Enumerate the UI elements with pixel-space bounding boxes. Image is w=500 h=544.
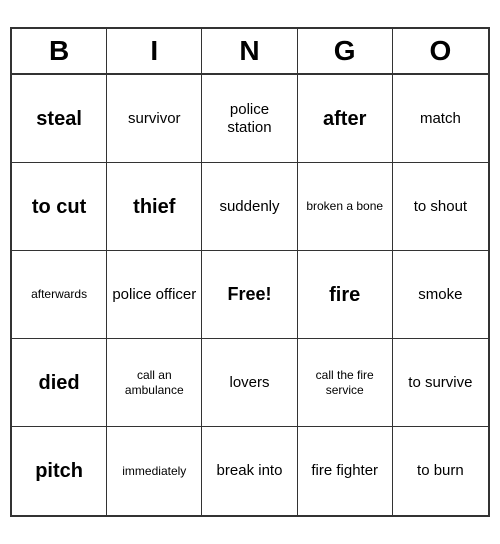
cell-text: died (39, 371, 80, 395)
cell-text: match (420, 110, 461, 128)
cell-text: break into (217, 462, 283, 480)
bingo-cell[interactable]: suddenly (202, 163, 297, 251)
bingo-cell[interactable]: fire (298, 251, 393, 339)
cell-text: to cut (32, 195, 86, 219)
cell-text: to shout (414, 198, 467, 216)
cell-text: Free! (227, 284, 271, 306)
header-letter: B (12, 29, 107, 73)
cell-text: lovers (229, 374, 269, 392)
bingo-cell[interactable]: after (298, 75, 393, 163)
bingo-cell[interactable]: call an ambulance (107, 339, 202, 427)
cell-text: smoke (418, 286, 462, 304)
cell-text: call an ambulance (111, 368, 197, 397)
cell-text: pitch (35, 459, 83, 483)
cell-text: fire (329, 283, 360, 307)
bingo-cell[interactable]: thief (107, 163, 202, 251)
bingo-cell[interactable]: died (12, 339, 107, 427)
bingo-cell[interactable]: to survive (393, 339, 488, 427)
bingo-grid: steal survivor police station after match to … (12, 75, 488, 515)
bingo-cell[interactable]: Free! (202, 251, 297, 339)
bingo-cell[interactable]: steal (12, 75, 107, 163)
cell-text: suddenly (219, 198, 279, 216)
header-letter: I (107, 29, 202, 73)
bingo-cell[interactable]: break into (202, 427, 297, 515)
bingo-cell[interactable]: broken a bone (298, 163, 393, 251)
header-letter: N (202, 29, 297, 73)
cell-text: to survive (408, 374, 472, 392)
bingo-cell[interactable]: match (393, 75, 488, 163)
bingo-header: BINGO (12, 29, 488, 75)
bingo-card: BINGO steal survivor police station after ma… (10, 27, 490, 517)
bingo-cell[interactable]: pitch (12, 427, 107, 515)
cell-text: survivor (128, 110, 181, 128)
cell-text: fire fighter (311, 462, 378, 480)
bingo-cell[interactable]: call the fire service (298, 339, 393, 427)
header-letter: G (298, 29, 393, 73)
header-letter: O (393, 29, 488, 73)
bingo-cell[interactable]: afterwards (12, 251, 107, 339)
bingo-cell[interactable]: to cut (12, 163, 107, 251)
cell-text: call the fire service (302, 368, 388, 397)
cell-text: steal (36, 107, 82, 131)
cell-text: thief (133, 195, 175, 219)
bingo-cell[interactable]: lovers (202, 339, 297, 427)
cell-text: police officer (112, 286, 196, 304)
cell-text: after (323, 107, 366, 131)
cell-text: to burn (417, 462, 464, 480)
bingo-cell[interactable]: to burn (393, 427, 488, 515)
bingo-cell[interactable]: to shout (393, 163, 488, 251)
cell-text: immediately (122, 464, 186, 478)
bingo-cell[interactable]: police officer (107, 251, 202, 339)
bingo-cell[interactable]: fire fighter (298, 427, 393, 515)
bingo-cell[interactable]: immediately (107, 427, 202, 515)
bingo-cell[interactable]: survivor (107, 75, 202, 163)
cell-text: police station (206, 101, 292, 137)
bingo-cell[interactable]: police station (202, 75, 297, 163)
cell-text: broken a bone (306, 199, 383, 213)
bingo-cell[interactable]: smoke (393, 251, 488, 339)
cell-text: afterwards (31, 287, 87, 301)
